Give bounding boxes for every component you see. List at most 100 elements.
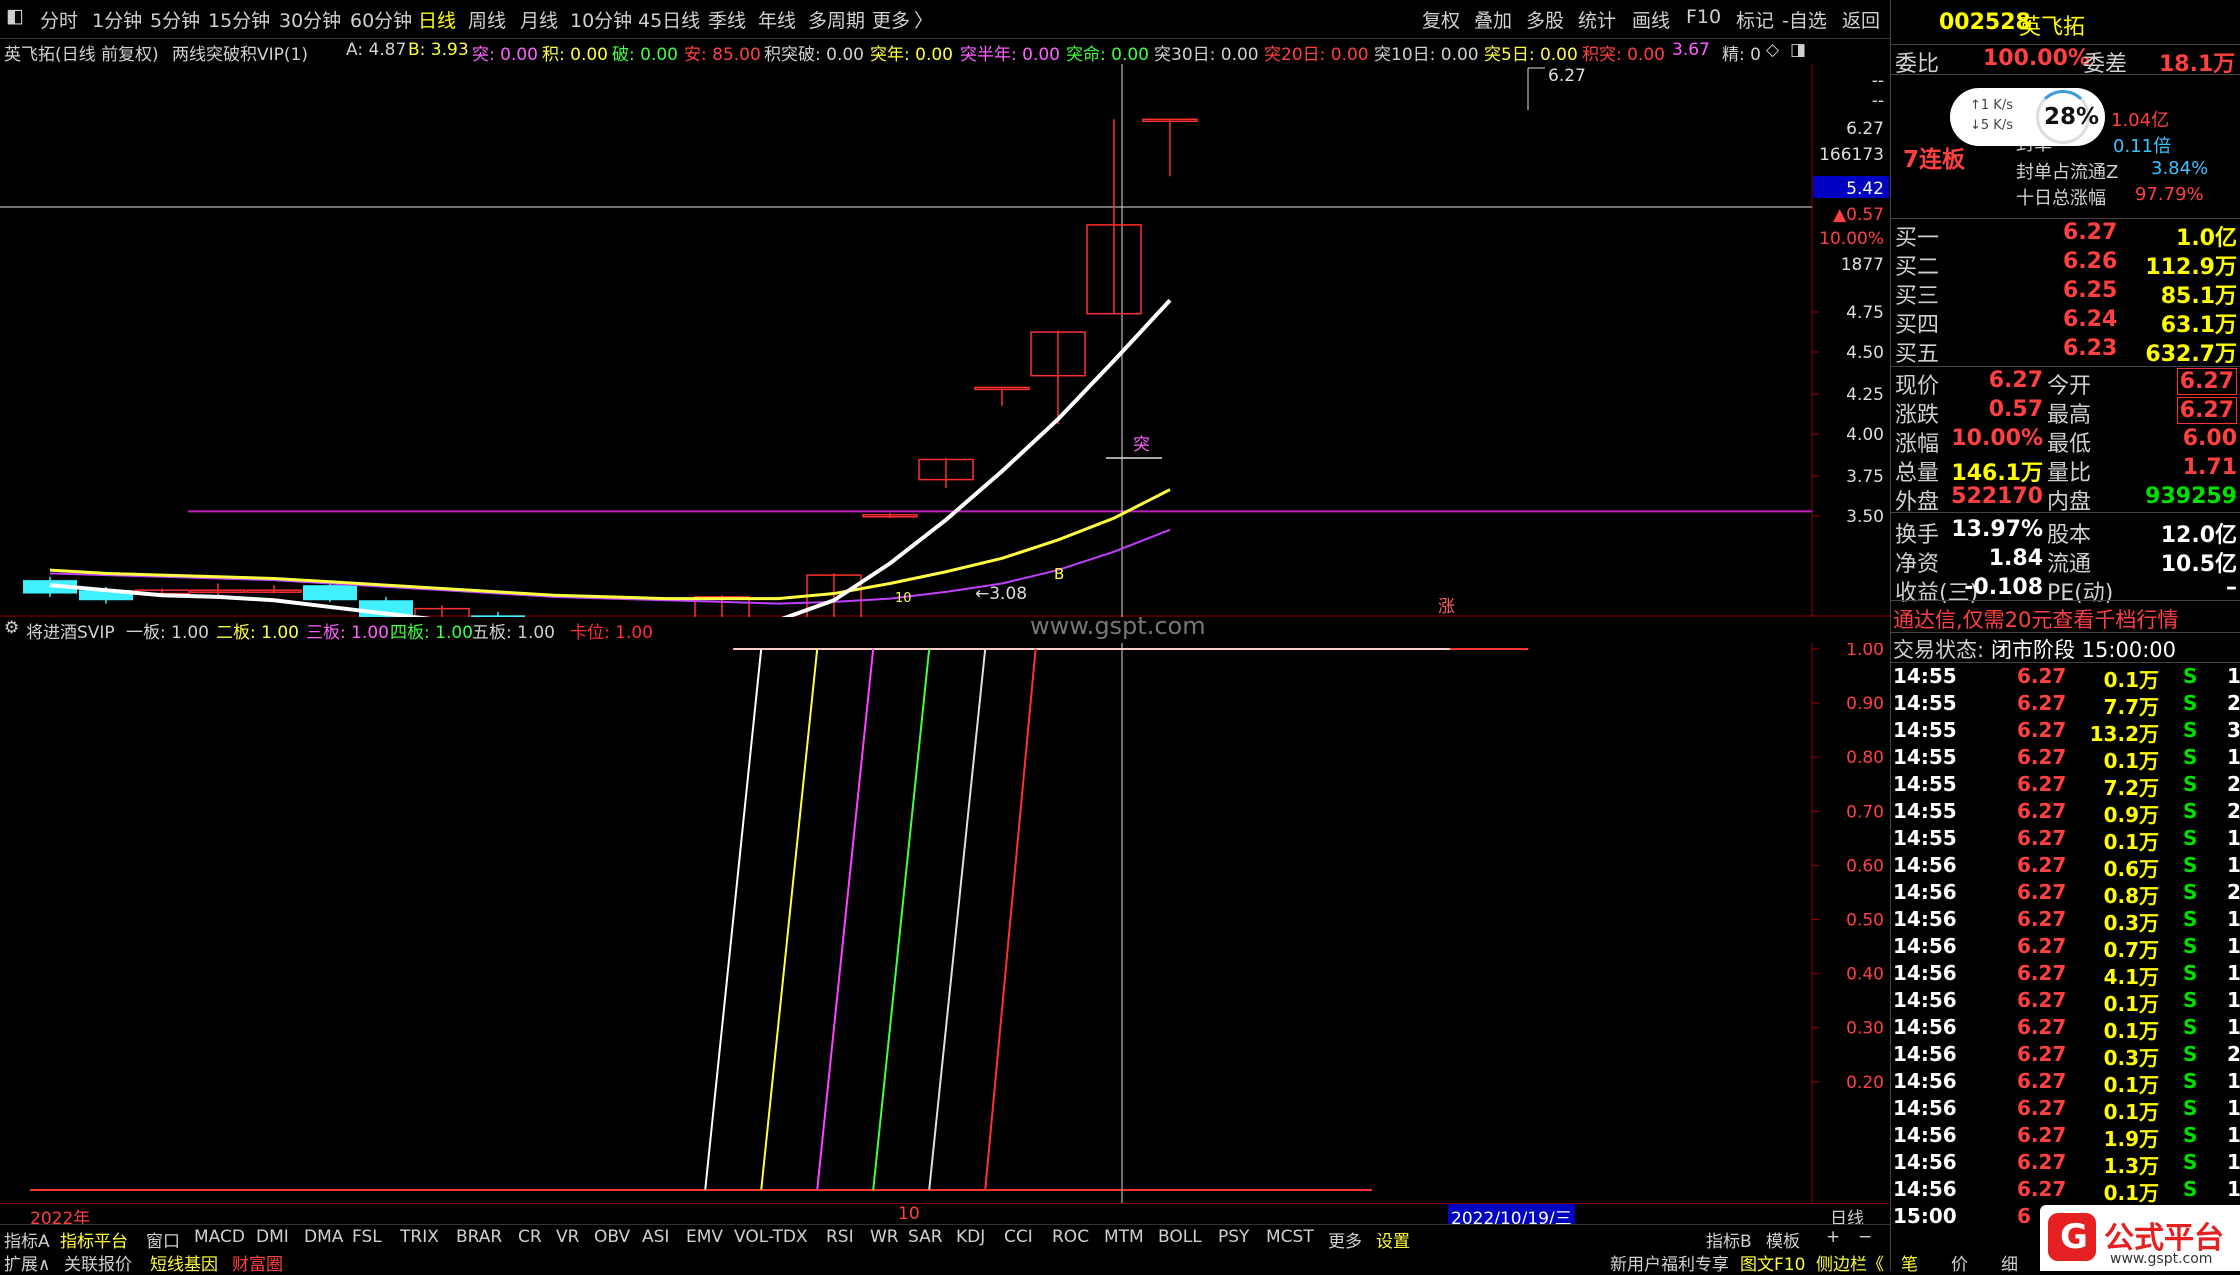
indicator-tab-10[interactable]: VR (556, 1227, 579, 1247)
extension-tab-3[interactable]: 财富圈 (232, 1250, 283, 1275)
period-tab-9[interactable]: 10分钟 (570, 6, 632, 33)
indicator-tab-3[interactable]: MACD (194, 1227, 245, 1247)
kline-chart[interactable]: 6.27 ←3.08 突 B 涨 10 ---- 6.27 166173 5.42 ▲0.57 10.… (0, 64, 1890, 617)
indicator-tab-25[interactable]: 更多 (1328, 1227, 1362, 1252)
bid-row-2[interactable]: 买三 6.25 85.1万 (1891, 278, 2240, 309)
indicator-right-tab-0[interactable]: 指标B (1706, 1227, 1752, 1252)
indicator-tab-2[interactable]: 窗口 (146, 1227, 180, 1252)
value-tu30: 突30日: 0.00 (1154, 45, 1259, 65)
ticks-tab-1[interactable]: 价 (1951, 1250, 1968, 1275)
toolbar-button-0[interactable]: 复权 (1422, 6, 1460, 33)
period-tab-11[interactable]: 季线 (708, 6, 746, 33)
indicator-tab-23[interactable]: PSY (1218, 1227, 1249, 1247)
stat-row-0: 现价 6.27 今开 6.27 (1891, 368, 2240, 399)
indicator-right-tab-1[interactable]: 模板 (1766, 1227, 1800, 1252)
toolbar-button-6[interactable]: 标记 (1736, 6, 1774, 33)
toolbar-button-8[interactable]: 返回 (1842, 6, 1880, 33)
extension-right-tab-2[interactable]: 侧边栏《 (1816, 1250, 1884, 1275)
indicator-tab-4[interactable]: DMI (256, 1227, 289, 1247)
indicator-tab-22[interactable]: BOLL (1158, 1227, 1202, 1247)
toolbar-button-4[interactable]: 画线 (1632, 6, 1670, 33)
indicator2-name[interactable]: 将进酒SVIP (26, 618, 115, 643)
price-axis-label-8: 4.75 (1846, 303, 1884, 323)
tick-price: 6.27 (2017, 1015, 2067, 1039)
ticks-tab-2[interactable]: 细 (2001, 1250, 2018, 1275)
ticks-tab-0[interactable]: 笔 (1901, 1250, 1918, 1275)
period-tab-10[interactable]: 45日线 (638, 6, 700, 33)
indicator-right-tab-3[interactable]: − (1858, 1227, 1872, 1247)
indicator-tab-13[interactable]: EMV (686, 1227, 723, 1247)
indicator-tab-5[interactable]: DMA (304, 1227, 343, 1247)
indicator-tab-0[interactable]: 指标A (4, 1227, 50, 1252)
ma-white-line (49, 298, 1172, 617)
period-tab-1[interactable]: 1分钟 (92, 6, 142, 33)
tick-price: 6.27 (2017, 799, 2067, 823)
toolbar-button-5[interactable]: F10 (1686, 6, 1721, 28)
period-tab-14[interactable]: 更多 (872, 6, 910, 33)
indicator-tab-11[interactable]: OBV (594, 1227, 630, 1247)
chevron-right-icon[interactable]: 〉 (914, 6, 933, 33)
period-tab-0[interactable]: 分时 (40, 6, 78, 33)
panel-toggle-icon[interactable]: ◨ (1790, 40, 1806, 60)
diamond-icon[interactable]: ◇ (1766, 40, 1779, 60)
period-tab-2[interactable]: 5分钟 (150, 6, 200, 33)
indicator-tab-18[interactable]: KDJ (956, 1227, 985, 1247)
period-tab-13[interactable]: 多周期 (808, 6, 865, 33)
bid-row-4[interactable]: 买五 6.23 632.7万 (1891, 336, 2240, 367)
indicator-chart[interactable]: 1.00 0.90 0.80 0.70 0.60 0.50 0.40 0.30 0.20 (0, 643, 1890, 1203)
indicator-tab-12[interactable]: ASI (642, 1227, 669, 1247)
promo-link[interactable]: 通达信,仅需20元查看千档行情 (1893, 604, 2178, 634)
period-tab-3[interactable]: 15分钟 (208, 6, 270, 33)
indicator-tab-7[interactable]: TRIX (400, 1227, 439, 1247)
extension-tab-0[interactable]: 扩展∧ (4, 1250, 50, 1275)
price-axis-label-1: -- (1872, 91, 1884, 111)
toolbar-button-3[interactable]: 统计 (1578, 6, 1616, 33)
indicator-tab-24[interactable]: MCST (1266, 1227, 1314, 1247)
bid-row-1[interactable]: 买二 6.26 112.9万 (1891, 249, 2240, 280)
price-axis-label-3: 166173 (1819, 145, 1884, 165)
period-tab-12[interactable]: 年线 (758, 6, 796, 33)
extension-right-tab-0[interactable]: 新用户福利专享 (1610, 1250, 1729, 1275)
bid-row-3[interactable]: 买四 6.24 63.1万 (1891, 307, 2240, 338)
bid-row-0[interactable]: 买一 6.27 1.0亿 (1891, 220, 2240, 251)
indicator-tab-16[interactable]: WR (870, 1227, 899, 1247)
indicator-tab-9[interactable]: CR (518, 1227, 542, 1247)
stock-label: 英飞拓(日线 前复权) (4, 45, 159, 65)
indicator-tab-20[interactable]: ROC (1052, 1227, 1089, 1247)
indicator-tab-14[interactable]: VOL-TDX (734, 1227, 808, 1247)
indicator-tab-1[interactable]: 指标平台 (60, 1227, 128, 1252)
extension-tab-2[interactable]: 短线基因 (150, 1250, 218, 1275)
period-tab-4[interactable]: 30分钟 (279, 6, 341, 33)
tick-row: 14:56 6.27 1.3万 S 1 (1891, 1150, 2240, 1178)
tick-time: 14:55 (1893, 745, 1957, 769)
extension-tab-1[interactable]: 关联报价 (64, 1250, 132, 1275)
indicator-tab-8[interactable]: BRAR (456, 1227, 502, 1247)
window-icon[interactable]: ◧ (6, 5, 24, 27)
period-tab-8[interactable]: 月线 (520, 6, 558, 33)
indicator-axis-label-4: 0.60 (1846, 856, 1884, 876)
tick-time: 14:55 (1893, 826, 1957, 850)
indicator-tab-19[interactable]: CCI (1004, 1227, 1033, 1247)
extension-right-tab-1[interactable]: 图文F10 (1740, 1250, 1805, 1275)
price-axis-label-5: ▲0.57 (1833, 205, 1884, 225)
tick-price: 6.27 (2017, 745, 2067, 769)
indicator-tab-26[interactable]: 设置 (1376, 1227, 1410, 1252)
tick-volume: 0.7万 (2103, 938, 2159, 962)
tick-count: 3 (2227, 718, 2240, 742)
indicator-tab-21[interactable]: MTM (1104, 1227, 1144, 1247)
period-tab-5[interactable]: 60分钟 (350, 6, 412, 33)
indicator-tab-15[interactable]: RSI (826, 1227, 854, 1247)
candle-8 (471, 611, 525, 617)
tick-side: S (2183, 1123, 2198, 1147)
stat-value-2: – (2226, 575, 2237, 600)
period-tab-7[interactable]: 周线 (468, 6, 506, 33)
indicator-tab-17[interactable]: SAR (908, 1227, 943, 1247)
period-tab-6[interactable]: 日线 (418, 6, 456, 33)
indicator-name[interactable]: 两线突破积VIP(1) (172, 40, 308, 65)
toolbar-button-1[interactable]: 叠加 (1474, 6, 1512, 33)
indicator-right-tab-2[interactable]: + (1826, 1227, 1840, 1247)
toolbar-button-7[interactable]: -自选 (1782, 6, 1827, 33)
toolbar-button-2[interactable]: 多股 (1526, 6, 1564, 33)
settings-gear-icon[interactable]: ⚙ (4, 618, 19, 638)
indicator-tab-6[interactable]: FSL (352, 1227, 382, 1247)
